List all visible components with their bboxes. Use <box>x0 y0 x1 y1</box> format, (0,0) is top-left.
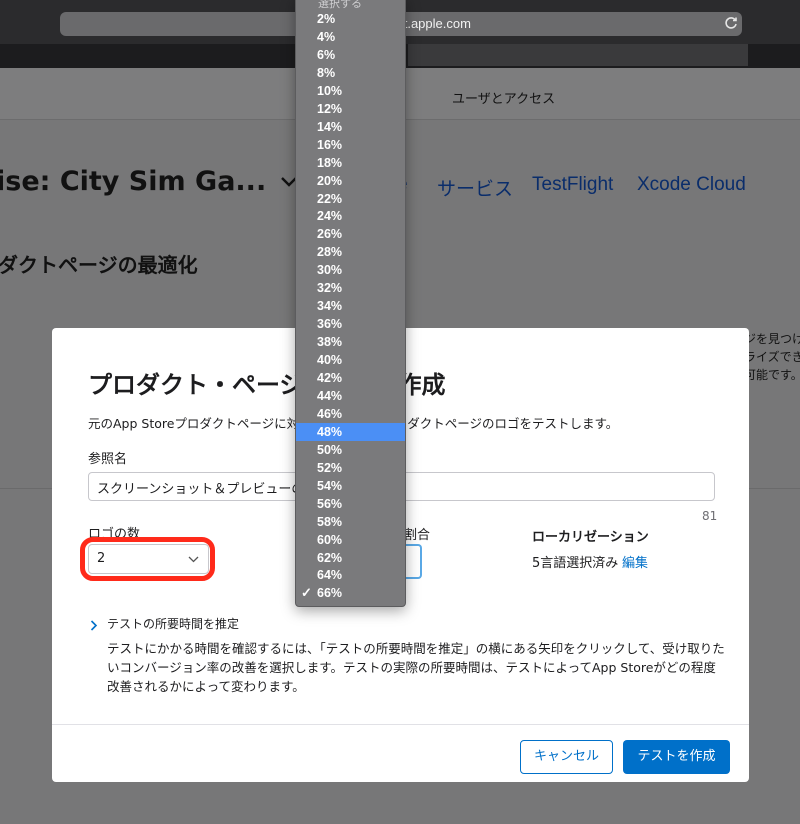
dropdown-option[interactable]: 22% <box>296 190 405 208</box>
localization-label: ローカリゼーション <box>532 530 649 545</box>
dropdown-option[interactable]: ✓ 66% <box>296 584 405 602</box>
dropdown-option-label: 54% <box>317 478 343 493</box>
background-description-line: ライズでき <box>744 350 800 364</box>
dropdown-option-label: 38% <box>317 335 343 350</box>
tab-strip-segment <box>408 44 748 66</box>
dropdown-option-label: 44% <box>317 388 343 403</box>
dropdown-option-label: 64% <box>317 568 343 583</box>
ratio-label: 割合 <box>404 528 431 543</box>
dropdown-option[interactable]: 12% <box>296 100 405 118</box>
dropdown-option-label: 40% <box>317 353 343 368</box>
dropdown-option-label: 34% <box>317 299 343 314</box>
dropdown-option[interactable]: 52% <box>296 459 405 477</box>
divider <box>52 724 749 725</box>
highlight-annotation <box>80 537 215 581</box>
dropdown-option[interactable]: 64% <box>296 566 405 584</box>
tab-testflight[interactable]: TestFlight <box>532 174 613 196</box>
dropdown-option[interactable]: 16% <box>296 136 405 154</box>
reference-name-label: 参照名 <box>88 452 128 467</box>
checkmark-icon: ✓ <box>301 585 312 601</box>
background-description-line: 可能です。 <box>744 368 800 382</box>
tab-services[interactable]: サービス <box>437 174 513 201</box>
dropdown-option[interactable]: 40% <box>296 351 405 369</box>
percentage-dropdown-menu[interactable]: 選択する 2% 4% 6% 8% 10% 12% 14% 16% 18% 20% 22% 24% 26%… <box>295 0 406 607</box>
dialog-title-part: プロダクト・ページ <box>88 371 304 399</box>
dropdown-option[interactable]: 2% <box>296 10 405 28</box>
localization-value: 5言語選択済み <box>532 556 619 571</box>
dropdown-option-label: 66% <box>317 586 343 601</box>
cancel-button[interactable]: キャンセル <box>520 740 613 774</box>
dropdown-option[interactable]: 18% <box>296 154 405 172</box>
dropdown-option[interactable]: 8% <box>296 64 405 82</box>
dropdown-option[interactable]: 56% <box>296 495 405 513</box>
dropdown-option-label: 30% <box>317 263 343 278</box>
edit-localization-link[interactable]: 編集 <box>622 552 648 571</box>
dropdown-option[interactable]: 60% <box>296 531 405 549</box>
dropdown-option[interactable]: 34% <box>296 297 405 315</box>
dropdown-option-label: 48% <box>317 424 343 439</box>
dropdown-option-label: 52% <box>317 460 343 475</box>
dropdown-option[interactable]: 58% <box>296 513 405 531</box>
background-description: ジを見つけ ライズでき 可能です。 <box>744 330 800 384</box>
dropdown-option-label: 6% <box>317 47 336 62</box>
background-description-line: ジを見つけ <box>744 332 800 346</box>
dropdown-option-label: 60% <box>317 532 343 547</box>
dropdown-option-label: 26% <box>317 227 343 242</box>
dropdown-option-label: 58% <box>317 514 343 529</box>
dropdown-option-label: 46% <box>317 406 343 421</box>
dropdown-option-label: 32% <box>317 281 343 296</box>
dropdown-option[interactable]: 48% <box>296 422 405 441</box>
dropdown-option-label: 16% <box>317 137 343 152</box>
dropdown-option-label: 28% <box>317 245 343 260</box>
character-count: 81 <box>702 509 718 523</box>
dropdown-option-label: 2% <box>317 12 336 26</box>
estimate-description: テストにかかる時間を確認するには、「テストの所要時間を推定」の横にある矢印をクリ… <box>107 641 725 694</box>
app-title[interactable]: ise: City Sim Ga... <box>0 166 266 197</box>
tab-xcode-cloud[interactable]: Xcode Cloud <box>637 174 746 196</box>
dropdown-option[interactable]: 62% <box>296 549 405 567</box>
dialog-description-part: 元のApp Storeプロダクトページに対 <box>88 416 300 431</box>
dropdown-option-label: 36% <box>317 317 343 332</box>
reload-icon[interactable] <box>723 15 739 31</box>
estimate-duration-toggle[interactable]: テストの所要時間を推定 <box>107 615 239 632</box>
dropdown-option-label: 18% <box>317 155 343 170</box>
dropdown-option-label: 20% <box>317 173 343 188</box>
dropdown-option[interactable]: 24% <box>296 207 405 225</box>
dropdown-option[interactable]: 4% <box>296 28 405 46</box>
dropdown-option[interactable]: 28% <box>296 243 405 261</box>
dropdown-option-label: 14% <box>317 119 343 134</box>
dropdown-option[interactable]: 50% <box>296 441 405 459</box>
dropdown-option[interactable]: 46% <box>296 405 405 423</box>
dropdown-option[interactable]: 14% <box>296 118 405 136</box>
dropdown-option[interactable]: 20% <box>296 172 405 190</box>
dropdown-option[interactable]: 54% <box>296 477 405 495</box>
dropdown-option[interactable]: 6% <box>296 46 405 64</box>
dropdown-option-label: 42% <box>317 371 343 385</box>
dropdown-option-label: 4% <box>317 29 336 44</box>
dropdown-option[interactable]: 42% <box>296 369 405 387</box>
create-test-button[interactable]: テストを作成 <box>623 740 730 774</box>
section-title: ダクトページの最適化 <box>0 253 198 277</box>
users-access-link[interactable]: ユーザとアクセス <box>452 88 555 107</box>
dropdown-option-label: 8% <box>317 65 336 80</box>
dropdown-option-label: 24% <box>317 209 343 224</box>
dropdown-option-label: 56% <box>317 496 343 511</box>
dropdown-option[interactable]: 32% <box>296 279 405 297</box>
dropdown-option[interactable]: 44% <box>296 387 405 405</box>
dropdown-option[interactable]: 10% <box>296 82 405 100</box>
dropdown-option-label: 12% <box>317 101 343 116</box>
dropdown-option-label: 22% <box>317 191 343 206</box>
dropdown-option[interactable]: 38% <box>296 333 405 351</box>
chevron-right-icon[interactable] <box>90 620 98 631</box>
dropdown-option[interactable]: 26% <box>296 225 405 243</box>
dropdown-option[interactable]: 36% <box>296 315 405 333</box>
dropdown-option[interactable]: 30% <box>296 261 405 279</box>
dropdown-option-label: 50% <box>317 442 343 457</box>
dropdown-option-label: 62% <box>317 550 343 565</box>
dropdown-option-label: 10% <box>317 83 343 98</box>
